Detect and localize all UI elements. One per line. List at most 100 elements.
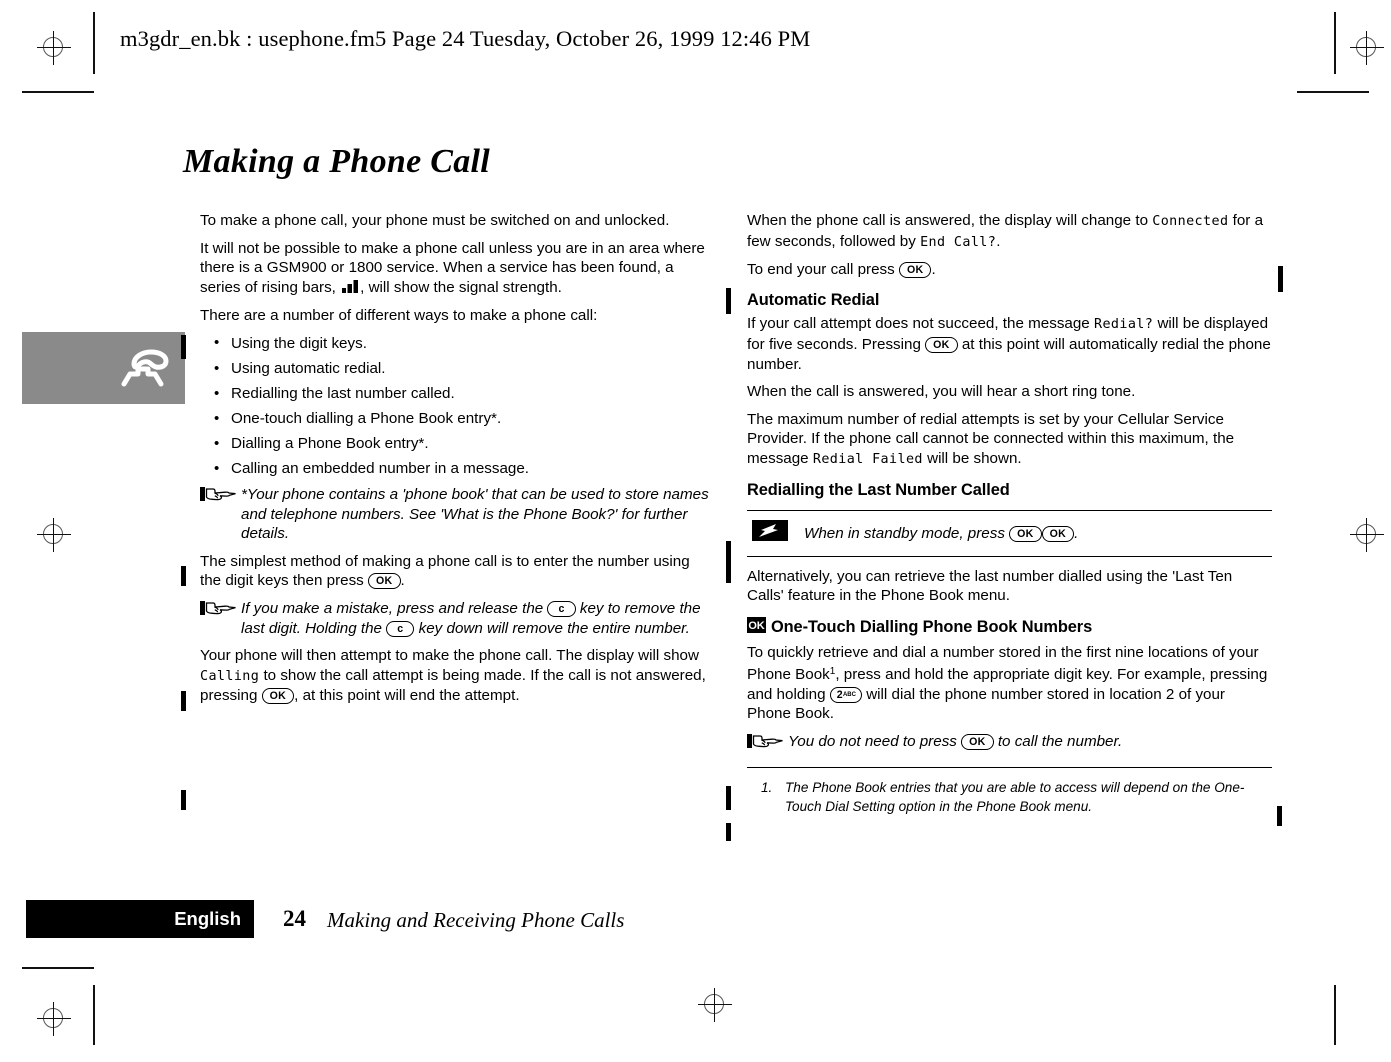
registration-mark-top-right (1350, 31, 1384, 65)
header-rule-right (1334, 12, 1336, 74)
registration-vline (53, 1002, 54, 1036)
header-rule-left (93, 12, 95, 74)
footnote-text: The Phone Book entries that you are able… (785, 780, 1245, 814)
list-item-label: Dialling a Phone Book entry*. (231, 435, 429, 453)
redial-max-text-b: will be shown. (922, 449, 1022, 467)
list-item: • Using automatic redial. (200, 359, 712, 379)
list-item-label: One-touch dialling a Phone Book entry*. (231, 410, 502, 428)
bullet-glyph: • (214, 409, 220, 427)
registration-hline (698, 1004, 732, 1005)
key-2-abc[interactable]: 2ABC (829, 686, 862, 703)
registration-vline (1366, 518, 1367, 552)
bullet-glyph: • (214, 359, 220, 377)
trim-line-top-right (1297, 91, 1369, 93)
key-ok[interactable]: OK (898, 262, 932, 279)
list-item: • Calling an embedded number in a message… (200, 459, 712, 479)
change-bar-right-2 (1277, 806, 1282, 826)
paragraph-redial-max: The maximum number of redial attempts is… (747, 410, 1272, 470)
paragraph-last-ten-calls: Alternatively, you can retrieve the last… (747, 567, 1233, 605)
registration-mark-mid-right (1350, 518, 1384, 552)
trim-line-vertical-bottom-right (1334, 985, 1336, 1045)
language-badge: English (26, 900, 254, 938)
document-header: m3gdr_en.bk : usephone.fm5 Page 24 Tuesd… (120, 26, 811, 51)
lcd-calling: Calling (200, 668, 260, 684)
list-item: • Dialling a Phone Book entry*. (200, 434, 712, 454)
registration-vline (714, 988, 715, 1022)
key-clear[interactable]: c (386, 620, 415, 637)
ok-box-icon: OK (747, 616, 766, 639)
change-bar-column-left-1 (181, 335, 186, 359)
footnote-1: 1. The Phone Book entries that you are a… (747, 779, 1272, 815)
lcd-redial-failed: Redial Failed (812, 451, 923, 467)
paragraph-intro: To make a phone call, your phone must be… (200, 212, 670, 229)
note-phone-book: *Your phone contains a 'phone book' that… (200, 485, 712, 544)
paragraph-calling-attempt: Your phone will then attempt to make the… (200, 646, 712, 706)
list-item-label: Using the digit keys. (231, 334, 367, 352)
registration-hline (37, 534, 71, 535)
bullet-glyph: • (214, 434, 220, 452)
footnote-number: 1. (761, 780, 773, 796)
registration-hline (1350, 534, 1384, 535)
pointing-hand-icon (200, 486, 238, 503)
footnote-separator (747, 767, 1272, 769)
paragraph-ways-intro: There are a number of different ways to … (200, 307, 598, 325)
paragraph-ring-tone: When the call is answered, you will hear… (747, 383, 1136, 401)
lightning-bolt-icon (752, 520, 788, 547)
shortcut-tip-text: When in standby mode, press OK OK. (804, 524, 1078, 544)
change-bar-left-1 (726, 288, 731, 314)
list-item-label: Redialling the last number called. (231, 385, 455, 403)
paragraph-one-touch: To quickly retrieve and dial a number st… (747, 643, 1272, 724)
registration-mark-bottom-center (698, 988, 732, 1022)
simplest-text-a: The simplest method of making a phone ca… (200, 552, 690, 590)
note-phone-book-text: *Your phone contains a 'phone book' that… (241, 486, 709, 543)
paragraph-simplest-method: The simplest method of making a phone ca… (200, 552, 712, 591)
ways-to-call-list: • Using the digit keys. • Using automatic … (200, 334, 712, 479)
svg-text:OK: OK (748, 620, 764, 632)
lcd-connected: Connected (1152, 214, 1229, 229)
change-bar-column-left-2 (181, 566, 186, 586)
change-bar-left-2 (726, 541, 731, 583)
key-ok[interactable]: OK (261, 688, 295, 705)
key-clear[interactable]: c (547, 601, 576, 617)
list-item-label: Using automatic redial. (231, 360, 386, 378)
registration-hline (1350, 47, 1384, 48)
registration-mark-top-left (37, 31, 71, 65)
key-ok[interactable]: OK (368, 573, 401, 590)
paragraph-end-call: To end your call press OK. (747, 260, 1272, 280)
registration-vline (53, 518, 54, 552)
chapter-tab-phone (22, 332, 185, 404)
key-ok[interactable]: OK (961, 733, 994, 750)
trim-line-vertical-bottom-left (93, 985, 95, 1045)
note-no-ok-needed: You do not need to press OK to call the … (747, 732, 1272, 752)
note-no-ok-text-b: to call the number. (993, 732, 1123, 750)
key-ok[interactable]: OK (1041, 525, 1075, 542)
registration-hline (37, 1018, 71, 1019)
lcd-redial-prompt: Redial? (1093, 317, 1154, 333)
signal-bars-icon (341, 279, 359, 299)
list-item: • Redialling the last number called. (200, 384, 712, 404)
redial-text-a: If your call attempt does not succeed, t… (747, 315, 1094, 333)
end-call-text-b: . (931, 261, 936, 279)
calling-text-a: Your phone will then attempt to make the… (200, 647, 699, 665)
list-item-label: Calling an embedded number in a message. (231, 460, 530, 478)
paragraph-connected: When the phone call is answered, the dis… (747, 211, 1272, 252)
heading-one-touch-label: One-Touch Dialling Phone Book Numbers (771, 617, 1093, 636)
paragraph-redial-prompt: If your call attempt does not succeed, t… (747, 314, 1272, 374)
phone-handset-icon (121, 349, 169, 387)
heading-one-touch-dialling: OK One-Touch Dialling Phone Book Numbers (747, 616, 1272, 639)
list-item: • Using the digit keys. (200, 334, 712, 354)
key-ok[interactable]: OK (1009, 525, 1042, 542)
registration-mark-mid-left (37, 518, 71, 552)
registration-vline (1366, 31, 1367, 65)
heading-redialling-last-number: Redialling the Last Number Called (747, 480, 1010, 499)
trim-line-bottom-left (22, 967, 94, 969)
shortcut-tip-box: When in standby mode, press OK OK. (747, 510, 1272, 557)
pointing-hand-icon (747, 733, 785, 750)
right-column: When the phone call is answered, the dis… (747, 211, 1272, 816)
change-bar-right-1 (1278, 266, 1283, 292)
page-number: 24 (283, 906, 306, 931)
calling-text-c: , at this point will end the attempt. (294, 687, 520, 705)
key-ok[interactable]: OK (925, 336, 958, 353)
note-no-ok-text-a: You do not need to press (788, 732, 962, 750)
end-call-text-a: To end your call press (747, 261, 899, 279)
